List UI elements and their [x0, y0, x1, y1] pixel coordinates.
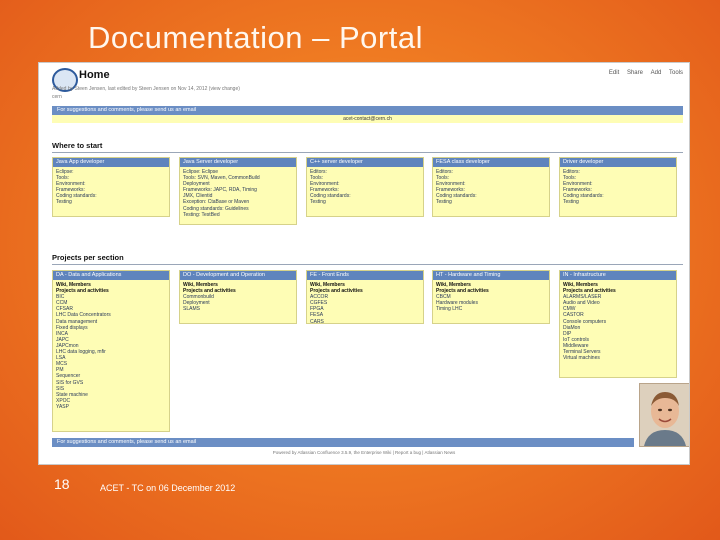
divider: [52, 264, 683, 265]
edit-button[interactable]: Edit: [609, 70, 619, 76]
where-box-title[interactable]: Java App developer: [53, 158, 169, 167]
projects-per-section-heading: Projects per section: [52, 253, 124, 262]
slide-caption: ACET - TC on 06 December 2012: [100, 483, 236, 493]
page-title: Home: [79, 69, 110, 81]
box-link[interactable]: Testing: [310, 199, 420, 205]
page-byline: Added by Steen Jensen, last edited by St…: [52, 86, 240, 92]
project-box: DO - Development and Operation Wiki, Memb…: [179, 270, 297, 324]
project-box-title[interactable]: DA - Data and Applications: [53, 271, 169, 280]
where-box-list: Editors: Tools: Environment: Frameworks: Cod…: [433, 167, 549, 208]
add-menu-button[interactable]: Add: [651, 70, 662, 76]
slide-number: 18: [54, 476, 70, 492]
where-box: FESA class developer Editors: Tools: Enviro…: [432, 157, 550, 217]
divider: [52, 152, 683, 153]
where-box-list: Eclipse: Eclipse Tools: SVN, Maven, Commo…: [180, 167, 296, 220]
suggestion-bar: For suggestions and comments, please sen…: [52, 106, 683, 115]
project-box: FE - Front Ends Wiki, Members Projects and…: [306, 270, 424, 327]
wiki-screenshot: Home Edit Share Add Tools Added by Steen…: [38, 62, 690, 465]
project-box-list: Wiki, Members Projects and activities ALAR…: [560, 280, 676, 363]
project-box: HT - Hardware and Timing Wiki, Members Pro…: [432, 270, 550, 324]
where-box-title[interactable]: Java Server developer: [180, 158, 296, 167]
project-box-list: Wiki, Members Projects and activities ACCO…: [307, 280, 423, 327]
project-box-list: Wiki, Members Projects and activities Comm…: [180, 280, 296, 314]
where-box: Java App developer Eclipse: Tools: Environm…: [52, 157, 170, 217]
box-link[interactable]: Testing: [56, 199, 166, 205]
box-link[interactable]: CARS: [310, 319, 420, 325]
where-box: Java Server developer Eclipse: Eclipse Too…: [179, 157, 297, 225]
project-box-list: Wiki, Members Projects and activities CBCM…: [433, 280, 549, 314]
share-button[interactable]: Share: [627, 70, 643, 76]
wiki-header: Home Edit Share Add Tools Added by Steen…: [39, 63, 689, 101]
project-box-title[interactable]: DO - Development and Operation: [180, 271, 296, 280]
suggestion-bar-bottom: For suggestions and comments, please sen…: [52, 438, 634, 447]
where-box-list: Editors: Tools: Environment: Frameworks: Cod…: [307, 167, 423, 208]
where-box-title[interactable]: Driver developer: [560, 158, 676, 167]
where-box: C++ server developer Editors: Tools: Enviro…: [306, 157, 424, 217]
where-box-list: Eclipse: Tools: Environment: Frameworks: Cod…: [53, 167, 169, 208]
where-box-title[interactable]: FESA class developer: [433, 158, 549, 167]
box-link[interactable]: Testing: [436, 199, 546, 205]
where-to-start-heading: Where to start: [52, 141, 103, 150]
project-box-title[interactable]: IN - Infrastructure: [560, 271, 676, 280]
box-link[interactable]: Timing LHC: [436, 306, 546, 312]
where-box-list: Editors: Tools: Environment: Frameworks: Cod…: [560, 167, 676, 208]
box-link[interactable]: Virtual machines: [563, 355, 673, 361]
project-box: DA - Data and Applications Wiki, Members P…: [52, 270, 170, 432]
where-box: Driver developer Editors: Tools: Environmen…: [559, 157, 677, 217]
project-box: IN - Infrastructure Wiki, Members Projects…: [559, 270, 677, 378]
toolbar: Edit Share Add Tools: [603, 70, 683, 76]
box-link[interactable]: Testing: [563, 199, 673, 205]
tools-menu-button[interactable]: Tools: [669, 70, 683, 76]
person-photo: [639, 383, 689, 447]
wiki-footer: Powered by Atlassian Confluence 3.5.9, t…: [272, 450, 456, 455]
box-link[interactable]: SLAMS: [183, 306, 293, 312]
box-link[interactable]: Testing: TestBed: [183, 212, 293, 218]
contact-email-link[interactable]: acet-contact@cern.ch: [52, 115, 683, 123]
box-link[interactable]: YASP: [56, 404, 166, 410]
slide-title: Documentation – Portal: [88, 20, 423, 55]
project-box-list: Wiki, Members Projects and activities BIC C…: [53, 280, 169, 412]
org-label: cern: [52, 94, 62, 100]
project-box-title[interactable]: HT - Hardware and Timing: [433, 271, 549, 280]
where-box-title[interactable]: C++ server developer: [307, 158, 423, 167]
project-box-title[interactable]: FE - Front Ends: [307, 271, 423, 280]
